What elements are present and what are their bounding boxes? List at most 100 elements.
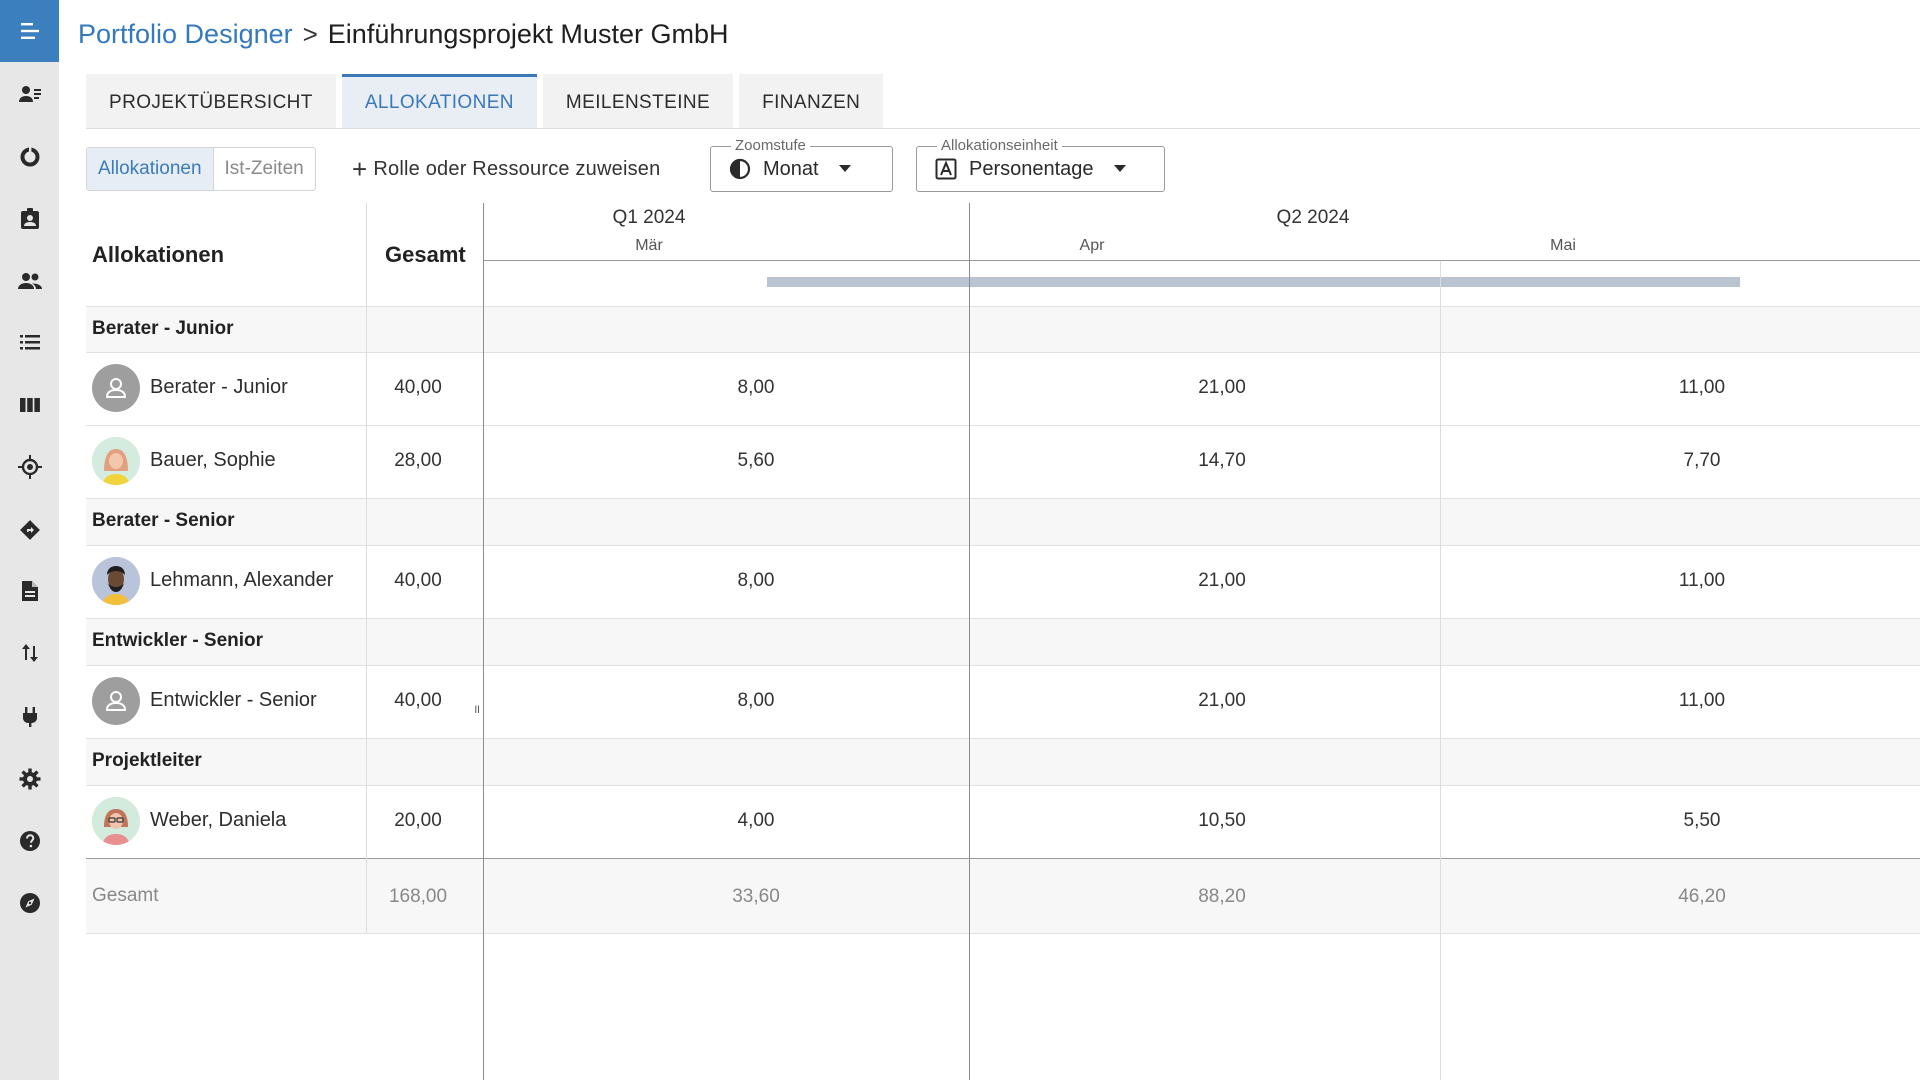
- table-row[interactable]: Bauer, Sophie 28,00 5,60 14,70 7,70: [86, 425, 1920, 498]
- column-resize-handle[interactable]: ॥: [473, 700, 480, 717]
- avatar: [92, 677, 140, 725]
- donut-chart-icon: [20, 146, 39, 167]
- allocation-cell[interactable]: 5,60: [686, 450, 826, 472]
- compass-icon: [19, 893, 40, 913]
- table-row[interactable]: Lehmann, Alexander 40,00 8,00 21,00 11,0…: [86, 545, 1920, 618]
- project-timeline-bar[interactable]: [767, 277, 1740, 287]
- nav-integrations-button[interactable]: [0, 697, 59, 737]
- group-label: Berater - Senior: [92, 510, 235, 531]
- badge-icon: [20, 208, 39, 229]
- nav-documents-button[interactable]: [0, 571, 59, 611]
- nav-settings-button[interactable]: [0, 759, 59, 799]
- allocation-cell[interactable]: 8,00: [686, 570, 826, 592]
- allocation-unit-select[interactable]: Allokationseinheit Personentage: [916, 137, 1165, 192]
- half-circle-clock-icon: [729, 158, 751, 180]
- nav-import-export-button[interactable]: [0, 633, 59, 673]
- assign-role-resource-button[interactable]: + Rolle oder Ressource zuweisen: [352, 150, 660, 188]
- quarter-label: Q1 2024: [612, 207, 686, 228]
- allocation-cell[interactable]: 4,00: [686, 810, 826, 832]
- resource-name: Lehmann, Alexander: [150, 569, 334, 591]
- man-avatar-icon: [92, 557, 140, 605]
- nav-list-button[interactable]: [0, 322, 59, 362]
- allocation-cell[interactable]: 21,00: [1152, 570, 1292, 592]
- toggle-actual-times[interactable]: Ist-Zeiten: [212, 148, 315, 190]
- nav-people-button[interactable]: [0, 261, 59, 301]
- allocation-unit-legend: Allokationseinheit: [937, 137, 1062, 155]
- table-row[interactable]: Entwickler - Senior 40,00 8,00 21,00 11,…: [86, 665, 1920, 738]
- nav-explore-button[interactable]: [0, 883, 59, 923]
- menu-button[interactable]: [0, 0, 59, 62]
- contact-card-icon: [18, 86, 41, 102]
- tab-milestones[interactable]: MEILENSTEINE: [542, 74, 734, 128]
- month-total: 33,60: [732, 886, 780, 907]
- tab-project-overview[interactable]: PROJEKTÜBERSICHT: [86, 74, 336, 128]
- document-icon: [21, 581, 38, 601]
- zoom-level-legend: Zoomstufe: [731, 137, 810, 155]
- toggle-allocations[interactable]: Allokationen: [87, 148, 213, 190]
- timeline-header-divider: [484, 260, 1920, 261]
- allocation-cell[interactable]: 10,50: [1152, 810, 1292, 832]
- month-label: Apr: [1079, 237, 1105, 254]
- diamond-arrow-icon: [19, 520, 40, 540]
- month-label: Mai: [1550, 237, 1576, 254]
- grand-total: 168,00: [388, 886, 448, 907]
- column-header-total[interactable]: Gesamt: [385, 242, 466, 268]
- allocation-cell[interactable]: 5,50: [1632, 810, 1772, 832]
- table-row[interactable]: Berater - Junior 40,00 8,00 21,00 11,00: [86, 352, 1920, 425]
- allocation-cell[interactable]: 11,00: [1632, 690, 1772, 712]
- help-icon: [19, 831, 40, 851]
- view-toggle: Allokationen Ist-Zeiten: [86, 147, 316, 191]
- avatar: [92, 557, 140, 605]
- column-divider: [1440, 261, 1441, 1080]
- row-divider: [86, 352, 1920, 353]
- nav-contacts-button[interactable]: [0, 74, 59, 114]
- avatar: [92, 364, 140, 412]
- group-label: Projektleiter: [92, 750, 202, 771]
- resource-name: Weber, Daniela: [150, 809, 287, 831]
- tab-finances[interactable]: FINANZEN: [739, 74, 884, 128]
- row-divider: [86, 545, 1920, 546]
- month-label: Mär: [635, 237, 663, 254]
- tab-allocations[interactable]: ALLOKATIONEN: [341, 74, 537, 128]
- gear-icon: [19, 768, 40, 790]
- allocation-cell[interactable]: 8,00: [686, 690, 826, 712]
- breadcrumb: Portfolio Designer > Einführungsprojekt …: [78, 16, 728, 52]
- row-total: 40,00: [394, 690, 442, 711]
- column-divider: [969, 203, 970, 1080]
- allocation-unit-value: Personentage: [969, 157, 1094, 180]
- resource-name: Entwickler - Senior: [150, 689, 317, 711]
- tab-divider: [86, 128, 1920, 129]
- row-divider: [86, 933, 1920, 934]
- nav-dashboard-button[interactable]: [0, 137, 59, 177]
- group-row: Berater - Senior: [86, 498, 1920, 545]
- woman-avatar-icon: [92, 797, 140, 845]
- resource-name: Bauer, Sophie: [150, 449, 276, 471]
- allocation-cell[interactable]: 21,00: [1152, 690, 1292, 712]
- plug-icon: [22, 707, 37, 727]
- nav-projects-button[interactable]: [0, 199, 59, 239]
- person-placeholder-icon: [105, 691, 127, 711]
- nav-board-button[interactable]: [0, 385, 59, 425]
- allocation-cell[interactable]: 21,00: [1152, 377, 1292, 399]
- zoom-level-select[interactable]: Zoomstufe Monat: [710, 137, 893, 192]
- nav-roadmap-button[interactable]: [0, 510, 59, 550]
- column-header-allocations[interactable]: Allokationen: [92, 242, 224, 268]
- table-row[interactable]: Weber, Daniela 20,00 4,00 10,50 5,50: [86, 785, 1920, 858]
- chevron-down-icon: [838, 165, 851, 172]
- plus-icon: +: [352, 154, 368, 184]
- nav-target-button[interactable]: [0, 447, 59, 487]
- allocation-cell[interactable]: 11,00: [1632, 570, 1772, 592]
- allocation-cell[interactable]: 7,70: [1632, 450, 1772, 472]
- allocation-cell[interactable]: 8,00: [686, 377, 826, 399]
- row-total: 28,00: [394, 450, 442, 471]
- quarter-label: Q2 2024: [1276, 207, 1350, 228]
- breadcrumb-portfolio-link[interactable]: Portfolio Designer: [78, 19, 293, 50]
- allocation-cell[interactable]: 14,70: [1152, 450, 1292, 472]
- row-total: 40,00: [394, 377, 442, 398]
- row-divider: [86, 665, 1920, 666]
- group-row: Entwickler - Senior: [86, 618, 1920, 665]
- person-placeholder-icon: [105, 378, 127, 398]
- nav-help-button[interactable]: [0, 821, 59, 861]
- people-icon: [17, 273, 42, 289]
- allocation-cell[interactable]: 11,00: [1632, 377, 1772, 399]
